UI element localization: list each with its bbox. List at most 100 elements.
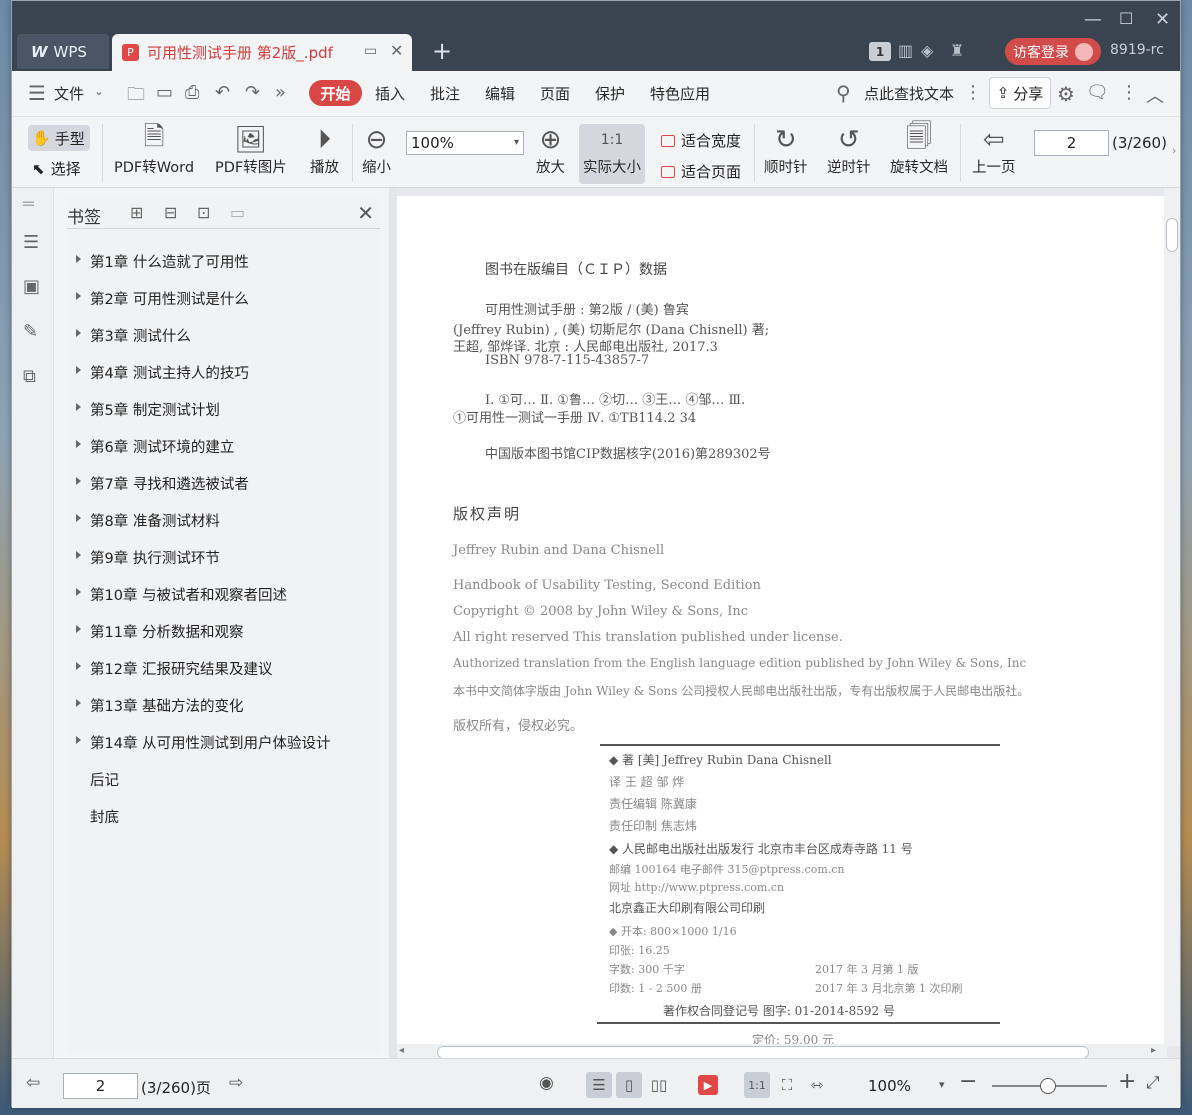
- expand-arrow-icon[interactable]: [76, 477, 81, 485]
- bookmark-item[interactable]: 第7章 寻找和遴选被试者: [76, 473, 249, 494]
- rotate-counterclockwise-button[interactable]: ↺ 逆时针: [827, 124, 871, 177]
- visitor-login-button[interactable]: 访客登录: [1005, 38, 1101, 65]
- window-count-badge[interactable]: 1: [869, 42, 891, 61]
- layout-icon[interactable]: ▥: [898, 41, 913, 60]
- bookmark-list-icon[interactable]: ☰: [23, 232, 39, 253]
- print-icon[interactable]: ⎙: [185, 82, 199, 103]
- annotation-icon[interactable]: ✎: [23, 321, 38, 342]
- bookmark-item[interactable]: 第3章 测试什么: [76, 325, 191, 346]
- previous-page-button[interactable]: ⇦ 上一页: [972, 124, 1016, 177]
- expand-arrow-icon[interactable]: [76, 440, 81, 448]
- zoom-in-button[interactable]: ⊕ 放大: [536, 124, 565, 177]
- collapse-ribbon-icon[interactable]: ︿: [1146, 82, 1164, 108]
- more-arrows-icon[interactable]: »: [275, 82, 286, 103]
- expand-arrow-icon[interactable]: [76, 514, 81, 522]
- tab-document[interactable]: P 可用性测试手册 第2版_.pdf ▭ ✕: [112, 34, 412, 71]
- save-icon[interactable]: ▭: [156, 82, 173, 103]
- settings-icon[interactable]: ⚙: [1057, 82, 1075, 106]
- eye-protection-icon[interactable]: ◉: [539, 1073, 554, 1093]
- bookmark-item[interactable]: 第5章 制定测试计划: [76, 399, 220, 420]
- two-page-icon[interactable]: ▯▯: [646, 1072, 672, 1098]
- scroll-right-icon[interactable]: ▸: [1151, 1045, 1156, 1056]
- bookmark-item[interactable]: 第10章 与被试者和观察者回述: [76, 584, 287, 605]
- tab-edit[interactable]: 编辑: [485, 83, 515, 104]
- expand-arrow-icon[interactable]: [76, 329, 81, 337]
- new-tab-icon[interactable]: +: [432, 37, 452, 65]
- thumbnail-icon[interactable]: ▣: [23, 276, 40, 297]
- vertical-scrollbar[interactable]: [1164, 188, 1180, 1046]
- redo-icon[interactable]: ↷: [245, 82, 260, 103]
- rotate-clockwise-button[interactable]: ↻ 顺时针: [764, 124, 808, 177]
- collapse-all-icon[interactable]: ⊟: [164, 203, 177, 222]
- continuous-view-icon[interactable]: ☰: [586, 1072, 612, 1098]
- rotate-document-button[interactable]: 🗐 旋转文档: [890, 122, 948, 177]
- bookmark-item[interactable]: 第12章 汇报研究结果及建议: [76, 658, 273, 679]
- tab-page[interactable]: 页面: [540, 83, 570, 104]
- open-folder-icon[interactable]: 🗀: [127, 82, 145, 112]
- undo-icon[interactable]: ↶: [215, 82, 230, 103]
- bookmark-item[interactable]: 第1章 什么造就了可用性: [76, 251, 249, 272]
- zoom-select[interactable]: 100% ▾: [406, 131, 524, 155]
- expand-arrow-icon[interactable]: [76, 292, 81, 300]
- actual-size-button[interactable]: 1:1 实际大小: [579, 124, 645, 184]
- hamburger-icon[interactable]: ☰: [28, 81, 46, 105]
- pdf-to-word-button[interactable]: 🗎 PDF转Word: [114, 122, 194, 177]
- bookmark-item[interactable]: 第6章 测试环境的建立: [76, 436, 234, 457]
- maximize-icon[interactable]: ☐: [1119, 9, 1133, 28]
- select-tool-button[interactable]: ⬉ 选择: [32, 158, 81, 179]
- expand-arrow-icon[interactable]: [76, 366, 81, 374]
- fit-page-button[interactable]: 适合页面: [661, 161, 741, 182]
- search-icon[interactable]: ⚲: [836, 81, 851, 105]
- attachment-icon[interactable]: ⧉: [23, 366, 36, 387]
- bookmark-item[interactable]: 第2章 可用性测试是什么: [76, 288, 249, 309]
- zoom-minus-icon[interactable]: −: [959, 1069, 977, 1094]
- zoom-out-button[interactable]: ⊖ 缩小: [362, 124, 391, 177]
- expand-arrow-icon[interactable]: [76, 588, 81, 596]
- expand-arrow-icon[interactable]: [76, 551, 81, 559]
- expand-arrow-icon[interactable]: [76, 699, 81, 707]
- bookmark-item[interactable]: 后记: [90, 769, 119, 790]
- more-options-icon[interactable]: ⋮: [1120, 82, 1138, 103]
- expand-arrow-icon[interactable]: [76, 255, 81, 263]
- delete-bookmark-icon[interactable]: ▭: [230, 203, 245, 222]
- more-vert-icon[interactable]: ⋮: [964, 82, 982, 103]
- slideshow-icon[interactable]: ▶: [698, 1075, 718, 1095]
- status-zoom-value[interactable]: 100%: [868, 1077, 911, 1095]
- chevron-down-icon[interactable]: ⌄: [94, 84, 104, 98]
- fit-width-button[interactable]: 适合宽度: [661, 130, 741, 151]
- skin-icon[interactable]: ♜: [950, 41, 964, 60]
- tab-insert[interactable]: 插入: [375, 83, 405, 104]
- actual-size-icon[interactable]: 1:1: [744, 1072, 770, 1098]
- zoom-plus-icon[interactable]: +: [1118, 1069, 1136, 1094]
- fit-page-status-icon[interactable]: ⛶: [774, 1072, 800, 1098]
- pin-icon[interactable]: ▭: [364, 43, 377, 59]
- expand-arrow-icon[interactable]: [76, 625, 81, 633]
- bookmark-item[interactable]: 第9章 执行测试环节: [76, 547, 220, 568]
- fit-width-status-icon[interactable]: ⇿: [804, 1072, 830, 1098]
- tab-special-apps[interactable]: 特色应用: [650, 83, 710, 104]
- bookmark-item[interactable]: 第13章 基础方法的变化: [76, 695, 244, 716]
- share-button[interactable]: ⇪ 分享: [989, 77, 1051, 109]
- expand-arrow-icon[interactable]: [76, 736, 81, 744]
- find-text-button[interactable]: 点此查找文本: [864, 83, 954, 104]
- scroll-left-icon[interactable]: ◂: [399, 1045, 404, 1056]
- next-page-icon[interactable]: ⇨: [229, 1073, 243, 1093]
- tab-annotate[interactable]: 批注: [430, 83, 460, 104]
- fullscreen-icon[interactable]: ⤢: [1146, 1073, 1160, 1093]
- vertical-scroll-thumb[interactable]: [1166, 218, 1178, 252]
- file-menu[interactable]: 文件: [54, 83, 84, 104]
- bookmark-item[interactable]: 封底: [90, 806, 119, 827]
- prev-page-icon[interactable]: ⇦: [26, 1073, 40, 1093]
- single-page-icon[interactable]: ▯: [616, 1072, 642, 1098]
- close-window-icon[interactable]: ✕: [1155, 9, 1170, 30]
- pdf-to-image-button[interactable]: 🖼 PDF转图片: [215, 124, 287, 177]
- bookmark-item[interactable]: 第14章 从可用性测试到用户体验设计: [76, 732, 331, 753]
- document-view[interactable]: 图书在版编目（ＣＩＰ）数据 可用性测试手册 : 第2版 / (美) 鲁宾 (Je…: [397, 188, 1180, 1060]
- toolbar-more-icon[interactable]: ›: [1172, 144, 1176, 157]
- play-button[interactable]: ⏵ 播放: [310, 124, 339, 177]
- close-panel-icon[interactable]: ✕: [357, 201, 374, 225]
- comment-icon[interactable]: 🗨: [1086, 82, 1109, 103]
- close-tab-icon[interactable]: ✕: [390, 41, 403, 60]
- expand-arrow-icon[interactable]: [76, 403, 81, 411]
- zoom-slider-knob[interactable]: [1040, 1078, 1056, 1094]
